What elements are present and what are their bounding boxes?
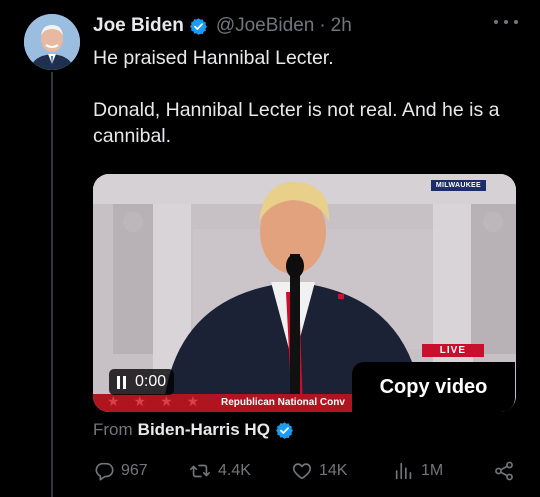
reply-count: 967 [121, 462, 148, 479]
video-timestamp: 0:00 [135, 373, 167, 390]
more-icon[interactable] [494, 12, 518, 32]
views-button[interactable]: 1M [393, 460, 443, 482]
repost-icon [190, 464, 210, 478]
views-icon [395, 462, 412, 480]
source-name[interactable]: Biden-Harris HQ [138, 420, 270, 440]
tweet-time[interactable]: 2h [331, 15, 352, 37]
pause-icon[interactable] [117, 375, 126, 389]
repost-button[interactable]: 4.4K [188, 460, 251, 482]
share-button[interactable] [493, 460, 515, 482]
tweet-text: He praised Hannibal Lecter. Donald, Hann… [93, 45, 523, 149]
share-icon [495, 461, 513, 481]
verified-badge-icon [275, 421, 294, 440]
live-badge: LIVE [421, 344, 484, 357]
like-button[interactable]: 14K [291, 460, 347, 482]
reply-icon [95, 462, 114, 481]
reply-button[interactable]: 967 [93, 460, 148, 482]
repost-count: 4.4K [218, 462, 251, 479]
chyron-stars: ★★★★ [107, 393, 214, 409]
tweet-line-2: Donald, Hannibal Lecter is not real. And… [93, 99, 500, 147]
like-count: 14K [319, 462, 348, 479]
location-badge: MILWAUKEE [430, 180, 486, 191]
verified-badge-icon [189, 17, 208, 36]
action-bar: 967 4.4K 14K 1M [93, 460, 518, 488]
avatar-image [24, 14, 80, 70]
tweet-header: Joe Biden @JoeBiden · 2h [93, 12, 520, 40]
time-separator: · [319, 15, 326, 36]
author-name[interactable]: Joe Biden [93, 15, 184, 37]
like-icon [292, 463, 312, 480]
author-handle[interactable]: @JoeBiden [216, 15, 315, 37]
thread-line [51, 72, 53, 497]
views-count: 1M [421, 462, 444, 479]
avatar[interactable] [24, 14, 80, 70]
playback-control[interactable]: 0:00 [109, 369, 175, 395]
copy-video-button[interactable]: Copy video [352, 362, 515, 412]
chyron-text: Republican National Conv [221, 397, 345, 408]
tweet-line-1: He praised Hannibal Lecter. [93, 47, 334, 69]
source-prefix: From [93, 420, 133, 439]
video-source: From Biden-Harris HQ [93, 420, 294, 440]
